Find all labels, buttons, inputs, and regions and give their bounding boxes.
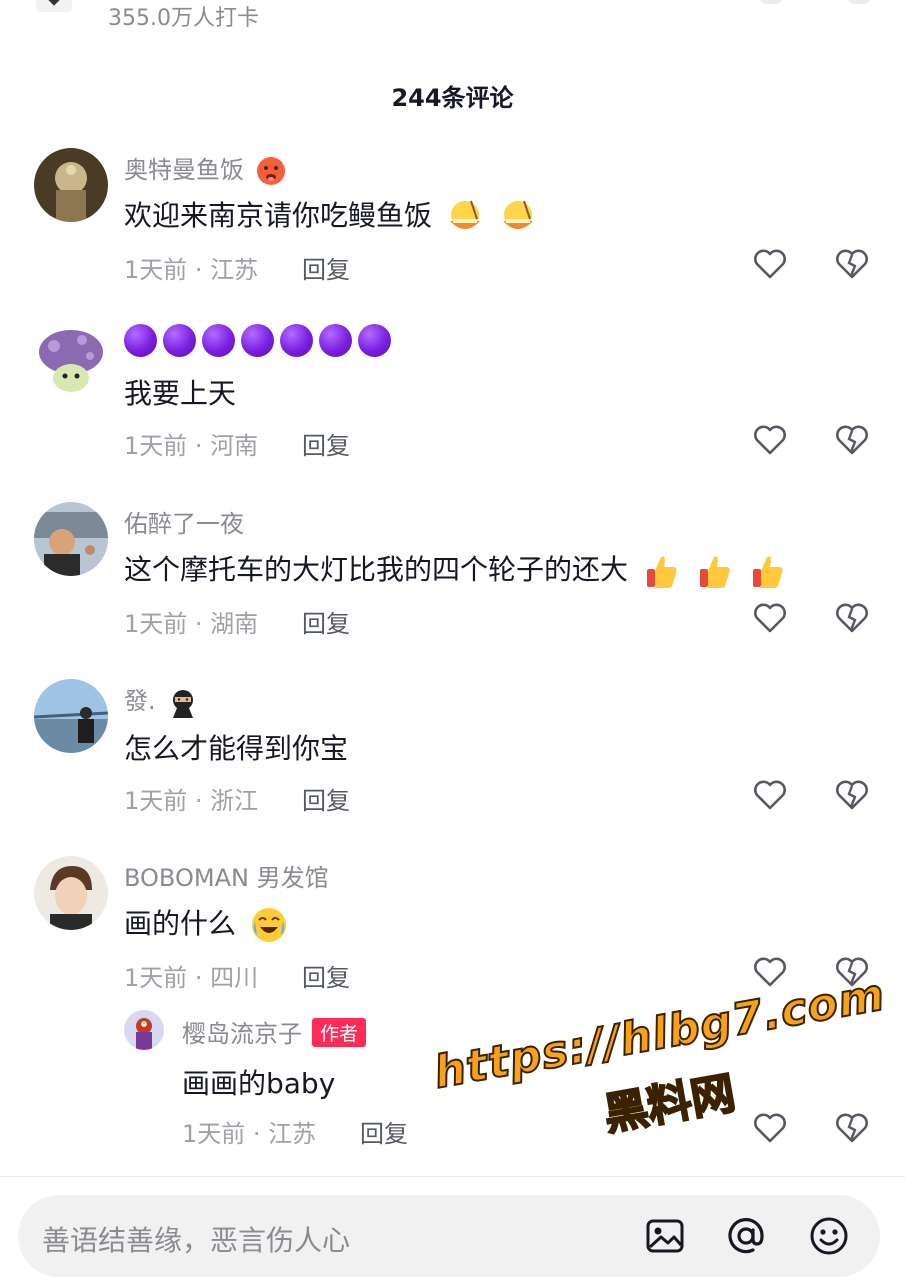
comment-item: 佑醉了一夜 这个摩托车的大灯比我的四个轮子的还大 1天前 · 湖南 回复 [0, 500, 905, 670]
comment-username: 發. [124, 687, 156, 715]
comment-text: 怎么才能得到你宝 [124, 732, 349, 765]
broken-heart-dislike-icon[interactable] [834, 422, 870, 458]
location-pin-icon [36, 0, 72, 12]
comment-time-location: 1天前 · 江苏 [124, 256, 259, 284]
reply-button[interactable]: 回复 [302, 604, 350, 639]
purple-circle-emoji-icon [358, 324, 391, 357]
thumbs-up-emoji-icon [646, 556, 677, 588]
avatar[interactable] [34, 502, 108, 576]
comment-username: 奥特曼鱼饭 [124, 156, 244, 184]
author-badge: 作者 [312, 1018, 367, 1047]
top-action-icon[interactable] [848, 0, 870, 4]
comment-time-location: 1天前 · 浙江 [124, 787, 259, 815]
divider [0, 1176, 905, 1177]
comment-username: 佑醉了一夜 [124, 510, 244, 538]
thumbs-up-emoji-icon [752, 556, 783, 588]
watermark-site-name: 黑料网 [599, 1067, 740, 1142]
at-icon[interactable] [725, 1215, 767, 1257]
emoji-icon[interactable] [808, 1215, 850, 1257]
comment-count-title: 244条评论 [391, 84, 514, 112]
thumbs-up-emoji-icon [699, 556, 730, 588]
comment-username: BOBOMAN 男发馆 [124, 864, 329, 892]
comment-text: 欢迎来南京请你吃鳗鱼饭 [124, 199, 433, 232]
comment-item: 奥特曼鱼饭 欢迎来南京请你吃鳗鱼饭 1天前 · 江苏 回复 [0, 146, 905, 316]
comment-text: 我要上天 [124, 377, 237, 410]
purple-circle-emoji-row [124, 324, 397, 363]
reply-button[interactable]: 回复 [302, 426, 350, 461]
avatar[interactable] [34, 324, 108, 398]
purple-circle-emoji-icon [202, 324, 235, 357]
heart-like-icon[interactable] [752, 777, 788, 813]
comment-item: 我要上天 1天前 · 河南 回复 [0, 322, 905, 492]
reply-text: 画画的baby [182, 1067, 336, 1100]
heart-like-icon[interactable] [752, 422, 788, 458]
purple-circle-emoji-icon [241, 324, 274, 357]
broken-heart-dislike-icon[interactable] [834, 600, 870, 636]
reply-button[interactable]: 回复 [302, 250, 350, 285]
avatar[interactable] [34, 679, 108, 753]
purple-circle-emoji-icon [163, 324, 196, 357]
top-strip: 355.0万人打卡 [0, 0, 905, 40]
heart-like-icon[interactable] [752, 600, 788, 636]
hot-face-emoji-icon [256, 157, 285, 185]
image-icon[interactable] [644, 1215, 686, 1257]
purple-circle-emoji-icon [319, 324, 352, 357]
avatar[interactable] [34, 148, 108, 222]
avatar[interactable] [124, 1010, 164, 1050]
comment-text: 这个摩托车的大灯比我的四个轮子的还大 [124, 553, 629, 586]
comment-input-bar[interactable]: 善语结善缘，恶言伤人心 [18, 1195, 880, 1277]
purple-circle-emoji-icon [124, 324, 157, 357]
comment-time-location: 1天前 · 河南 [124, 432, 259, 460]
top-action-icon[interactable] [760, 0, 782, 4]
avatar[interactable] [34, 856, 108, 930]
heart-like-icon[interactable] [752, 954, 788, 990]
checkin-count: 355.0万人打卡 [108, 6, 259, 31]
reply-time-location: 1天前 · 江苏 [182, 1120, 317, 1148]
purple-circle-emoji-icon [280, 324, 313, 357]
ramen-bowl-emoji-icon [502, 200, 533, 229]
comment-input-placeholder[interactable]: 善语结善缘，恶言伤人心 [42, 1219, 350, 1259]
broken-heart-dislike-icon[interactable] [834, 246, 870, 282]
reply-button[interactable]: 回复 [360, 1114, 408, 1149]
comment-time-location: 1天前 · 湖南 [124, 610, 259, 638]
comment-text: 画的什么 [124, 907, 237, 940]
crying-laughing-emoji-icon [251, 908, 286, 942]
ramen-bowl-emoji-icon [449, 200, 480, 229]
comment-time-location: 1天前 · 四川 [124, 964, 259, 992]
heart-like-icon[interactable] [752, 246, 788, 282]
broken-heart-dislike-icon[interactable] [834, 777, 870, 813]
ninja-emoji-icon [173, 690, 194, 718]
reply-button[interactable]: 回复 [302, 958, 350, 993]
reply-button[interactable]: 回复 [302, 781, 350, 816]
comment-item: 發. 怎么才能得到你宝 1天前 · 浙江 回复 [0, 677, 905, 847]
reply-username: 樱岛流京子 [182, 1020, 302, 1048]
